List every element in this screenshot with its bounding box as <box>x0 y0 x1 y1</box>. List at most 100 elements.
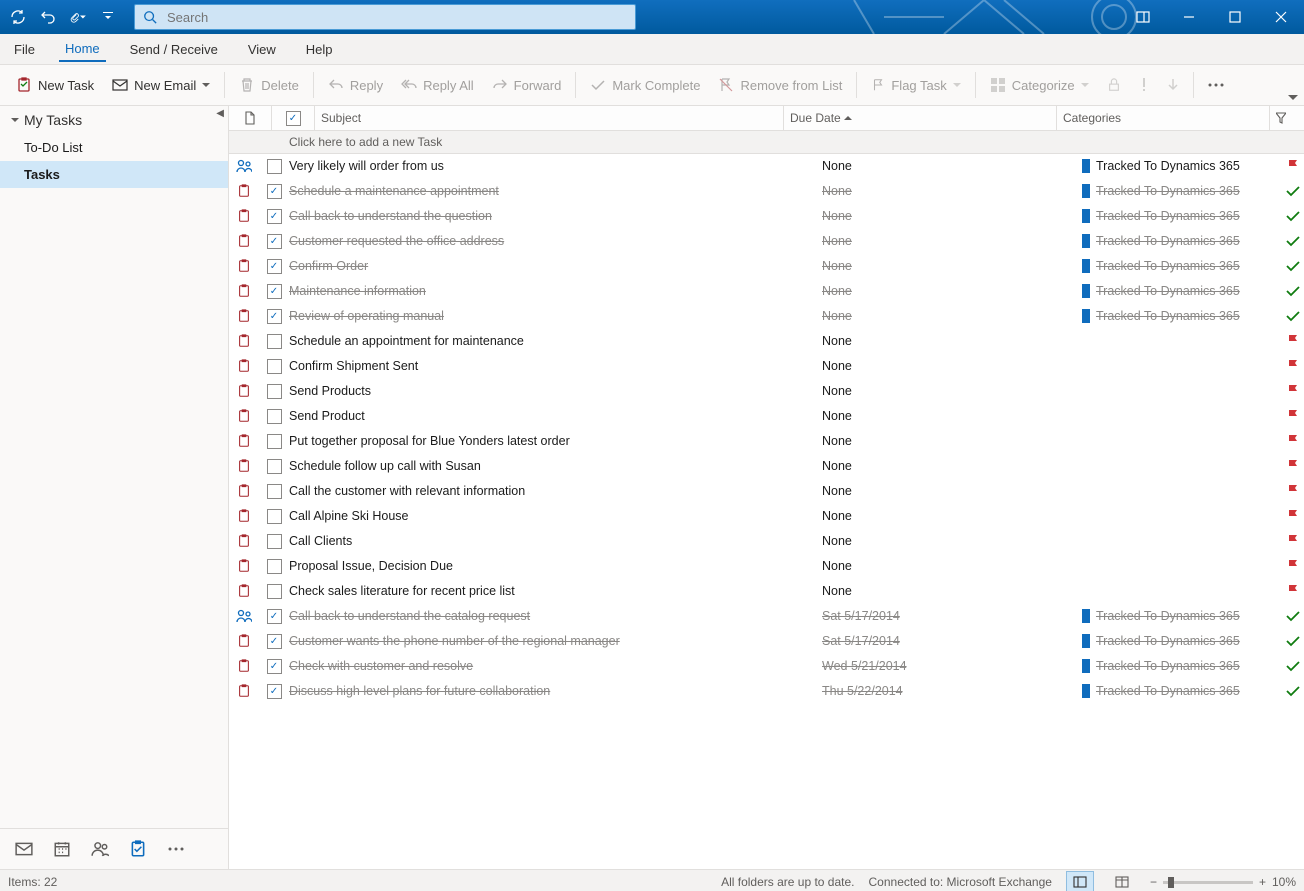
task-flag[interactable] <box>1282 384 1304 398</box>
task-flag[interactable] <box>1282 210 1304 222</box>
tab-view[interactable]: View <box>242 38 282 61</box>
task-row[interactable]: Send ProductNone <box>229 404 1304 429</box>
task-row[interactable]: Call ClientsNone <box>229 529 1304 554</box>
task-row[interactable]: Put together proposal for Blue Yonders l… <box>229 429 1304 454</box>
task-row[interactable]: ✓Check with customer and resolveWed 5/21… <box>229 654 1304 679</box>
search-input[interactable] <box>165 9 635 26</box>
calendar-module-button[interactable] <box>46 835 78 863</box>
nav-item-todo-list[interactable]: To-Do List <box>0 134 228 161</box>
col-header-due-date[interactable]: Due Date <box>784 106 1057 130</box>
task-flag[interactable] <box>1282 459 1304 473</box>
new-email-button[interactable]: New Email <box>104 70 218 100</box>
task-row[interactable]: Call Alpine Ski HouseNone <box>229 504 1304 529</box>
qat-more-button[interactable] <box>94 3 122 31</box>
task-row[interactable]: Schedule an appointment for maintenanceN… <box>229 329 1304 354</box>
task-row[interactable]: Confirm Shipment SentNone <box>229 354 1304 379</box>
task-flag[interactable] <box>1282 185 1304 197</box>
col-header-complete[interactable]: ✓ <box>272 106 315 130</box>
task-row[interactable]: ✓Call back to understand the questionNon… <box>229 204 1304 229</box>
task-row[interactable]: ✓Call back to understand the catalog req… <box>229 604 1304 629</box>
task-complete-checkbox[interactable] <box>259 509 289 524</box>
ribbon-overflow-button[interactable] <box>1200 70 1232 100</box>
task-row[interactable]: Very likely will order from usNoneTracke… <box>229 154 1304 179</box>
task-complete-checkbox[interactable] <box>259 559 289 574</box>
flag-task-button[interactable]: Flag Task <box>863 70 968 100</box>
task-flag[interactable] <box>1282 359 1304 373</box>
mail-module-button[interactable] <box>8 835 40 863</box>
task-flag[interactable] <box>1282 285 1304 297</box>
task-complete-checkbox[interactable] <box>259 484 289 499</box>
task-flag[interactable] <box>1282 610 1304 622</box>
task-complete-checkbox[interactable] <box>259 159 289 174</box>
sync-button[interactable] <box>4 3 32 31</box>
task-row[interactable]: Proposal Issue, Decision DueNone <box>229 554 1304 579</box>
search-box[interactable] <box>134 4 636 30</box>
task-complete-checkbox[interactable]: ✓ <box>259 659 289 674</box>
task-flag[interactable] <box>1282 685 1304 697</box>
new-task-button[interactable]: New Task <box>8 70 102 100</box>
task-flag[interactable] <box>1282 509 1304 523</box>
nav-item-tasks[interactable]: Tasks <box>0 161 228 188</box>
task-complete-checkbox[interactable]: ✓ <box>259 634 289 649</box>
task-flag[interactable] <box>1282 635 1304 647</box>
nav-collapse-button[interactable]: ◀ <box>216 108 224 119</box>
zoom-slider[interactable] <box>1163 881 1253 884</box>
task-complete-checkbox[interactable] <box>259 459 289 474</box>
categorize-button[interactable]: Categorize <box>982 70 1097 100</box>
task-flag[interactable] <box>1282 159 1304 173</box>
task-complete-checkbox[interactable] <box>259 409 289 424</box>
ribbon-display-button[interactable] <box>1120 0 1166 34</box>
task-complete-checkbox[interactable]: ✓ <box>259 309 289 324</box>
people-module-button[interactable] <box>84 835 116 863</box>
private-button[interactable] <box>1099 70 1129 100</box>
task-row[interactable]: ✓Customer requested the office addressNo… <box>229 229 1304 254</box>
task-complete-checkbox[interactable]: ✓ <box>259 609 289 624</box>
minimize-button[interactable] <box>1166 0 1212 34</box>
col-header-flag[interactable] <box>1270 106 1304 130</box>
col-header-categories[interactable]: Categories <box>1057 106 1270 130</box>
task-complete-checkbox[interactable]: ✓ <box>259 234 289 249</box>
col-header-icon[interactable] <box>229 106 272 130</box>
task-flag[interactable] <box>1282 434 1304 448</box>
task-flag[interactable] <box>1282 334 1304 348</box>
col-header-subject[interactable]: Subject <box>315 106 784 130</box>
task-row[interactable]: Schedule follow up call with SusanNone <box>229 454 1304 479</box>
zoom-control[interactable]: − + 10% <box>1150 875 1296 889</box>
mark-complete-button[interactable]: Mark Complete <box>582 70 708 100</box>
delete-button[interactable]: Delete <box>231 70 307 100</box>
new-task-row[interactable]: Click here to add a new Task <box>229 131 1304 154</box>
task-complete-checkbox[interactable] <box>259 359 289 374</box>
ribbon-expand-button[interactable] <box>1288 93 1298 103</box>
importance-high-button[interactable] <box>1131 70 1157 100</box>
view-reading-button[interactable] <box>1108 871 1136 891</box>
task-row[interactable]: Check sales literature for recent price … <box>229 579 1304 604</box>
task-row[interactable]: Send ProductsNone <box>229 379 1304 404</box>
close-button[interactable] <box>1258 0 1304 34</box>
task-flag[interactable] <box>1282 559 1304 573</box>
task-complete-checkbox[interactable] <box>259 584 289 599</box>
task-complete-checkbox[interactable]: ✓ <box>259 684 289 699</box>
task-flag[interactable] <box>1282 584 1304 598</box>
task-row[interactable]: ✓Discuss high level plans for future col… <box>229 679 1304 704</box>
task-complete-checkbox[interactable] <box>259 334 289 349</box>
task-flag[interactable] <box>1282 660 1304 672</box>
task-row[interactable]: ✓Customer wants the phone number of the … <box>229 629 1304 654</box>
task-flag[interactable] <box>1282 409 1304 423</box>
tab-home[interactable]: Home <box>59 37 106 62</box>
maximize-button[interactable] <box>1212 0 1258 34</box>
reply-button[interactable]: Reply <box>320 70 391 100</box>
tab-send-receive[interactable]: Send / Receive <box>124 38 224 61</box>
task-row[interactable]: Call the customer with relevant informat… <box>229 479 1304 504</box>
zoom-in-button[interactable]: + <box>1259 875 1266 889</box>
task-complete-checkbox[interactable]: ✓ <box>259 184 289 199</box>
importance-low-button[interactable] <box>1159 70 1187 100</box>
task-flag[interactable] <box>1282 260 1304 272</box>
undo-button[interactable] <box>34 3 62 31</box>
task-row[interactable]: ✓Schedule a maintenance appointmentNoneT… <box>229 179 1304 204</box>
task-flag[interactable] <box>1282 235 1304 247</box>
task-flag[interactable] <box>1282 534 1304 548</box>
tab-help[interactable]: Help <box>300 38 339 61</box>
tab-file[interactable]: File <box>8 38 41 61</box>
task-complete-checkbox[interactable]: ✓ <box>259 259 289 274</box>
attach-button[interactable] <box>64 3 92 31</box>
